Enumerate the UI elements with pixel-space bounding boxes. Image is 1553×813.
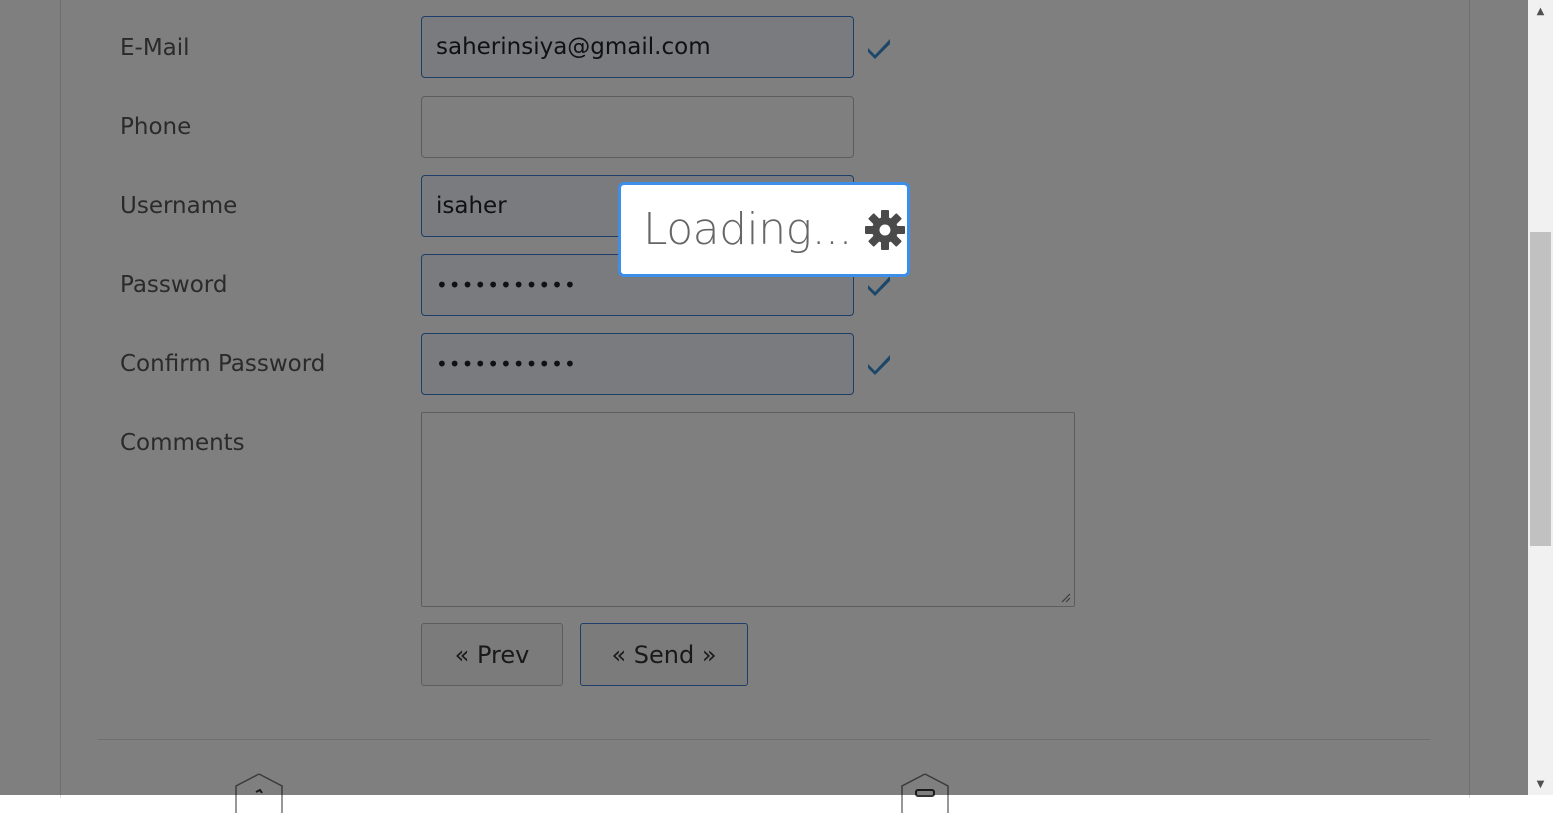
vertical-scrollbar[interactable]: ▲ ▼ <box>1528 0 1553 795</box>
scroll-down-arrow-icon[interactable]: ▼ <box>1528 773 1553 795</box>
loading-text: Loading... <box>643 204 853 255</box>
gear-icon <box>865 209 906 250</box>
loading-dialog: Loading... <box>618 182 910 277</box>
scrollbar-thumb[interactable] <box>1530 232 1551 546</box>
scroll-up-arrow-icon[interactable]: ▲ <box>1528 0 1553 22</box>
modal-overlay <box>0 0 1528 795</box>
